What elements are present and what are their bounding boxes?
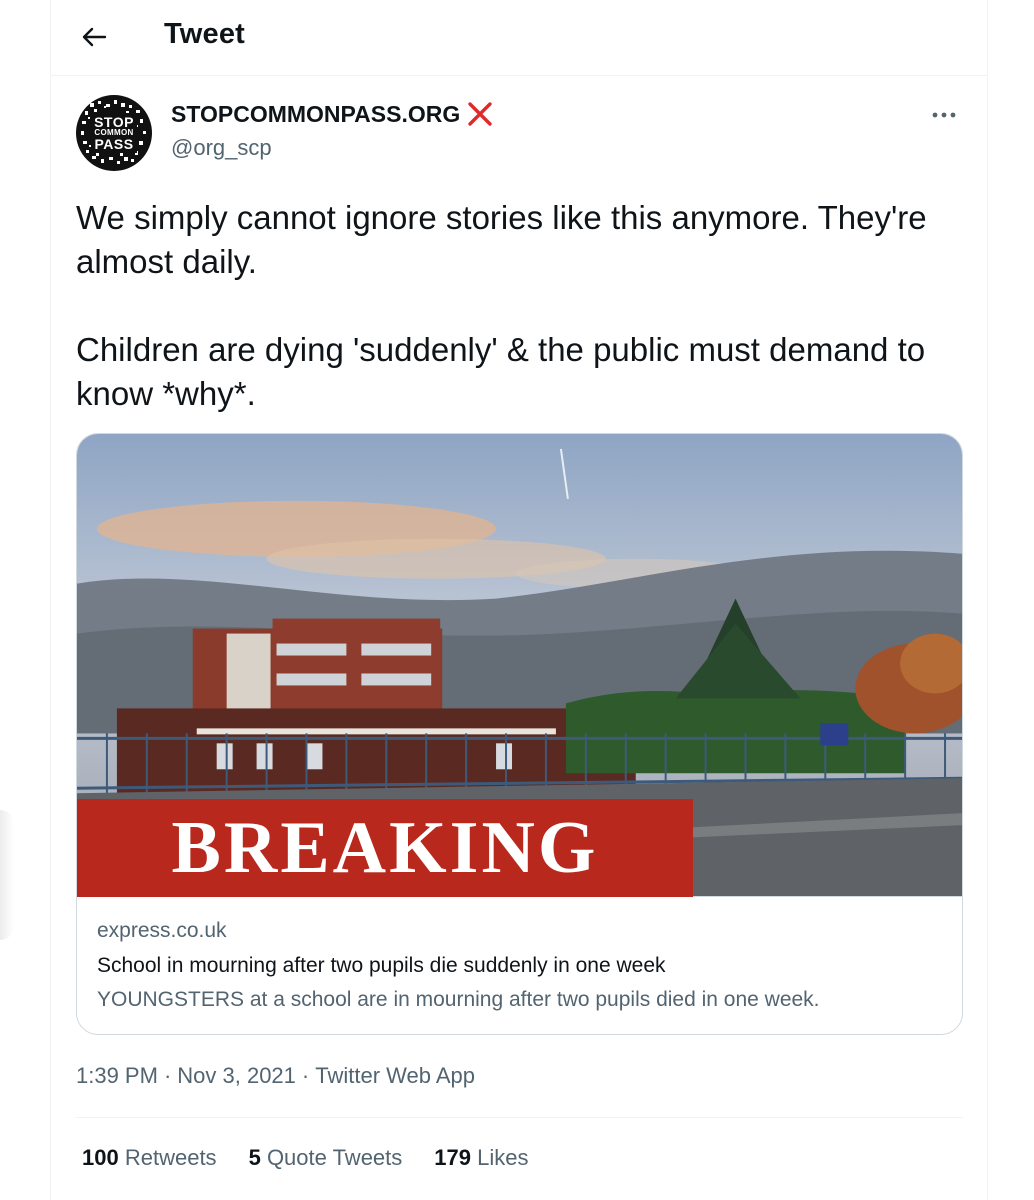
- tweet-column: Tweet STOP COMMON PASS STOPCOMMONPASS.OR: [50, 0, 988, 1200]
- breaking-banner: BREAKING: [77, 799, 693, 897]
- tweet-text: We simply cannot ignore stories like thi…: [76, 196, 956, 460]
- back-button[interactable]: [73, 16, 115, 58]
- more-options-button[interactable]: [927, 100, 961, 130]
- link-preview-card[interactable]: BREAKING express.co.uk School in mournin…: [76, 433, 963, 1035]
- author-name-row: STOPCOMMONPASS.ORG: [171, 100, 494, 128]
- tweet-meta: 1:39 PM · Nov 3, 2021 · Twitter Web App: [76, 1063, 475, 1089]
- retweets-label: Retweets: [124, 1145, 217, 1170]
- page-title: Tweet: [164, 18, 246, 50]
- retweets-stat[interactable]: 100 Retweets: [82, 1145, 217, 1171]
- tweet-paragraph: Children are dying 'suddenly' & the publ…: [76, 331, 926, 412]
- top-bar: Tweet: [51, 0, 987, 76]
- page-edge-shadow: [0, 810, 14, 940]
- divider: [76, 1117, 963, 1118]
- tweet-date[interactable]: Nov 3, 2021: [177, 1063, 296, 1089]
- tweet-source[interactable]: Twitter Web App: [315, 1063, 475, 1089]
- tweet-paragraph: We simply cannot ignore stories like thi…: [76, 199, 927, 280]
- card-title: School in mourning after two pupils die …: [97, 954, 666, 977]
- avatar-logo-text: STOP COMMON PASS: [91, 113, 137, 153]
- author-display-name[interactable]: STOPCOMMONPASS.ORG: [171, 101, 460, 128]
- meta-separator: ·: [163, 1063, 172, 1088]
- breaking-banner-text: BREAKING: [171, 806, 599, 889]
- red-x-icon: [468, 102, 492, 126]
- author-handle[interactable]: @org_scp: [171, 135, 272, 161]
- likes-count: 179: [434, 1145, 471, 1170]
- arrow-left-icon: [82, 27, 107, 47]
- likes-label: Likes: [477, 1145, 529, 1170]
- retweets-count: 100: [82, 1145, 119, 1170]
- likes-stat[interactable]: 179 Likes: [434, 1145, 528, 1171]
- tweet-stats: 100 Retweets 5 Quote Tweets 179 Likes: [82, 1145, 528, 1171]
- quote-tweets-stat[interactable]: 5 Quote Tweets: [249, 1145, 403, 1171]
- quote-tweets-count: 5: [248, 1145, 261, 1170]
- more-horizontal-icon: [932, 112, 956, 118]
- card-domain: express.co.uk: [97, 919, 227, 942]
- avatar[interactable]: STOP COMMON PASS: [76, 95, 152, 171]
- meta-separator: ·: [301, 1063, 310, 1088]
- card-description: YOUNGSTERS at a school are in mourning a…: [97, 988, 820, 1011]
- tweet-time[interactable]: 1:39 PM: [76, 1063, 158, 1089]
- quote-tweets-label: Quote Tweets: [266, 1145, 403, 1170]
